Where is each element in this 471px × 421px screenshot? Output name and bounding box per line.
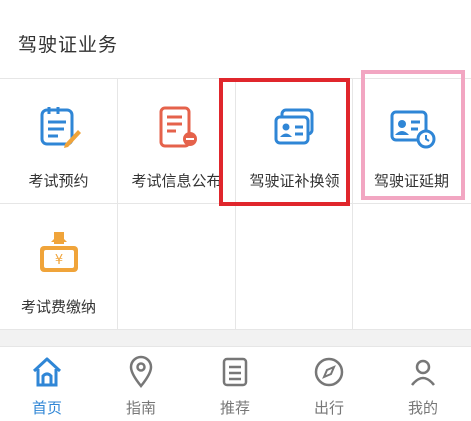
highlight-box-pink bbox=[361, 70, 465, 200]
tab-label: 出行 bbox=[313, 399, 344, 417]
user-icon bbox=[411, 359, 435, 386]
tab-travel[interactable]: 出行 bbox=[282, 347, 376, 421]
list-icon bbox=[222, 357, 248, 387]
service-exam-info[interactable]: 考试信息公布 bbox=[118, 78, 235, 203]
home-icon bbox=[32, 357, 62, 387]
service-label: 考试费缴纳 bbox=[20, 298, 96, 316]
service-label: 考试信息公布 bbox=[131, 172, 222, 190]
empty-cell bbox=[353, 204, 470, 329]
highlight-box-red bbox=[219, 78, 350, 206]
service-label: 考试预约 bbox=[28, 172, 89, 190]
divider bbox=[0, 329, 471, 330]
service-exam-fee[interactable]: ¥ 考试费缴纳 bbox=[0, 204, 117, 329]
tab-home[interactable]: 首页 bbox=[0, 347, 94, 421]
tab-label: 我的 bbox=[407, 399, 438, 417]
empty-cell bbox=[118, 204, 235, 329]
tab-mine[interactable]: 我的 bbox=[376, 347, 470, 421]
exam-info-icon bbox=[159, 106, 197, 148]
svg-text:¥: ¥ bbox=[54, 253, 62, 268]
exam-fee-icon: ¥ bbox=[39, 232, 78, 272]
compass-icon bbox=[314, 357, 344, 387]
tab-label: 推荐 bbox=[219, 399, 250, 417]
location-pin-icon bbox=[129, 355, 153, 388]
bottom-tab-bar: 首页 指南 推荐 出行 我的 bbox=[0, 346, 471, 421]
section-title: 驾驶证业务 bbox=[18, 34, 119, 56]
tab-label: 指南 bbox=[125, 399, 156, 417]
service-exam-appointment[interactable]: 考试预约 bbox=[0, 78, 117, 203]
tab-label: 首页 bbox=[31, 399, 62, 417]
empty-cell bbox=[236, 204, 353, 329]
tab-recommend[interactable]: 推荐 bbox=[188, 347, 282, 421]
tab-guide[interactable]: 指南 bbox=[94, 347, 188, 421]
exam-appointment-icon bbox=[40, 107, 81, 148]
